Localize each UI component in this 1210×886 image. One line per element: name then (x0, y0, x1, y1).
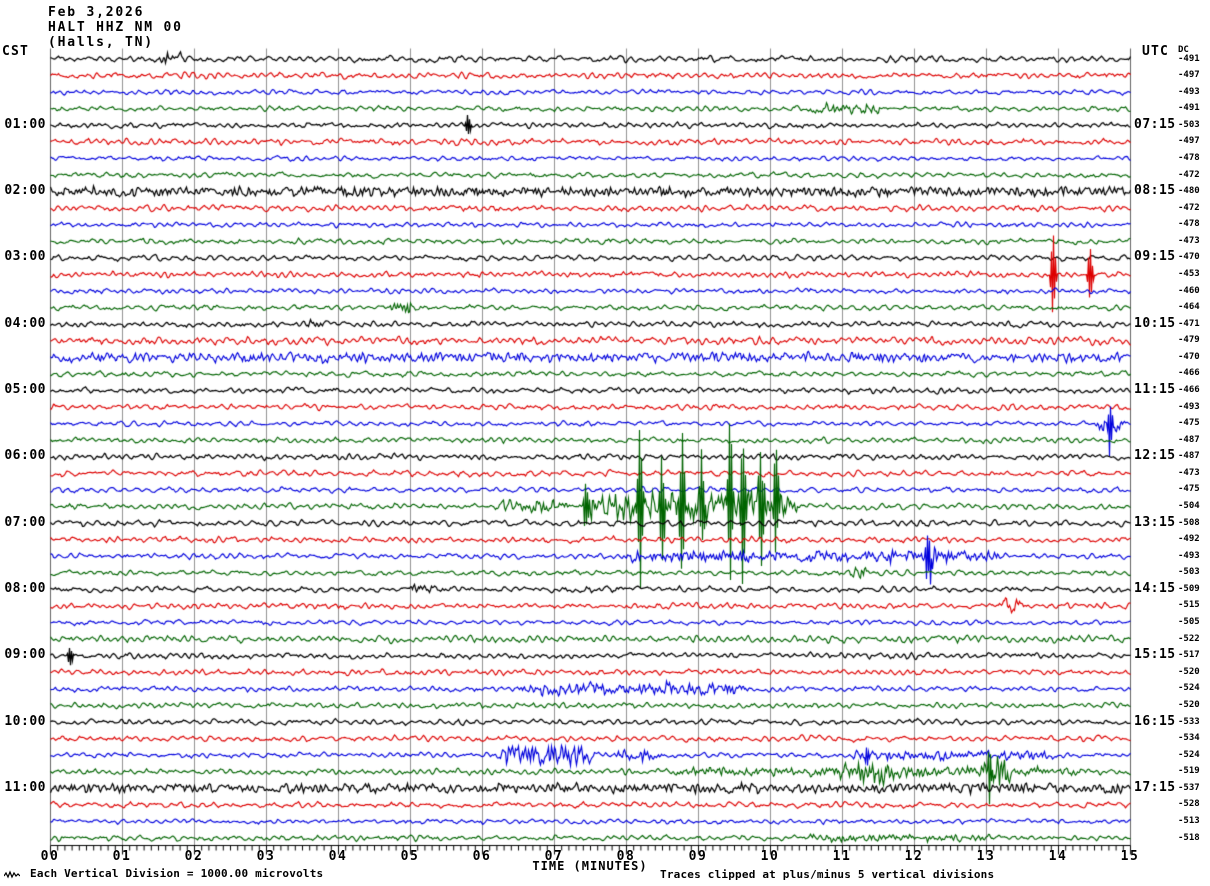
dc-offset-value: -487 (1178, 451, 1200, 462)
title-location: (Halls, TN) (48, 35, 154, 50)
cst-hour-label: 10:00 (4, 713, 46, 729)
scale-note-text: Each Vertical Division = 1000.00 microvo… (30, 867, 324, 880)
dc-offset-value: -520 (1178, 699, 1200, 710)
dc-offset-value: -508 (1178, 517, 1200, 528)
dc-offset-value: -534 (1178, 733, 1200, 744)
cst-hour-label: 08:00 (4, 580, 46, 596)
dc-offset-value: -497 (1178, 136, 1200, 147)
dc-offset-value: -518 (1178, 832, 1200, 843)
dc-offset-value: -470 (1178, 351, 1200, 362)
dc-offset-value: -491 (1178, 53, 1200, 64)
helicorder-page: Feb 3,2026 HALT HHZ NM 00 (Halls, TN) CS… (0, 0, 1210, 886)
dc-offset-value: -472 (1178, 169, 1200, 180)
dc-offset-value: -524 (1178, 683, 1200, 694)
dc-offset-value: -487 (1178, 434, 1200, 445)
dc-offset-value: -478 (1178, 152, 1200, 163)
dc-offset-value: -497 (1178, 70, 1200, 81)
utc-hour-label: 17:15 (1134, 779, 1176, 795)
dc-offset-value: -537 (1178, 782, 1200, 793)
tiny-waveform-icon (4, 869, 20, 878)
dc-offset-value: -524 (1178, 749, 1200, 760)
dc-offset-value: -492 (1178, 534, 1200, 545)
utc-hour-label: 07:15 (1134, 116, 1176, 132)
utc-hour-label: 15:15 (1134, 647, 1176, 663)
utc-hour-label: 09:15 (1134, 249, 1176, 265)
dc-offset-value: -475 (1178, 484, 1200, 495)
seismogram-canvas (0, 0, 1210, 886)
cst-hour-label: 05:00 (4, 382, 46, 397)
dc-offset-value: -503 (1178, 567, 1200, 578)
dc-offset-value: -479 (1178, 335, 1200, 346)
left-axis-header: CST (2, 44, 30, 59)
dc-offset-value: -533 (1178, 716, 1200, 727)
cst-hour-label: 09:00 (4, 647, 46, 663)
utc-hour-label: 14:15 (1134, 580, 1176, 596)
footer-clip-note: Traces clipped at plus/minus 5 vertical … (660, 868, 995, 881)
utc-hour-label: 08:15 (1134, 183, 1176, 199)
footer-scale-note: Each Vertical Division = 1000.00 microvo… (4, 867, 323, 880)
dc-offset-value: -478 (1178, 219, 1200, 230)
dc-offset-value: -493 (1178, 86, 1200, 97)
cst-hour-label: 07:00 (4, 514, 46, 530)
dc-offset-value: -493 (1178, 550, 1200, 561)
dc-offset-value: -453 (1178, 268, 1200, 279)
cst-hour-label: 03:00 (4, 249, 46, 265)
utc-hour-label: 13:15 (1134, 514, 1176, 530)
dc-offset-value: -464 (1178, 302, 1200, 313)
dc-offset-value: -472 (1178, 202, 1200, 213)
dc-offset-value: -505 (1178, 617, 1200, 628)
utc-hour-label: 12:15 (1134, 448, 1176, 464)
dc-offset-value: -460 (1178, 285, 1200, 296)
cst-hour-label: 11:00 (4, 779, 46, 795)
dc-offset-value: -471 (1178, 318, 1200, 329)
dc-offset-value: -473 (1178, 467, 1200, 478)
dc-offset-value: -504 (1178, 501, 1200, 512)
dc-offset-value: -509 (1178, 583, 1200, 594)
title-date: Feb 3,2026 (48, 5, 145, 20)
dc-offset-value: -503 (1178, 119, 1200, 130)
dc-offset-value: -519 (1178, 766, 1200, 777)
dc-offset-value: -475 (1178, 418, 1200, 429)
dc-offset-value: -522 (1178, 633, 1200, 644)
title-station: HALT HHZ NM 00 (48, 20, 183, 35)
dc-offset-value: -493 (1178, 401, 1200, 412)
dc-offset-value: -513 (1178, 815, 1200, 826)
dc-offset-value: -466 (1178, 385, 1200, 395)
right-axis-header: UTC (1142, 44, 1170, 59)
dc-offset-value: -470 (1178, 252, 1200, 263)
dc-offset-value: -473 (1178, 235, 1200, 246)
cst-hour-label: 01:00 (4, 116, 46, 132)
utc-hour-label: 11:15 (1134, 382, 1176, 397)
dc-offset-value: -520 (1178, 666, 1200, 677)
cst-hour-label: 06:00 (4, 448, 46, 464)
utc-hour-label: 10:15 (1134, 315, 1176, 331)
dc-offset-value: -491 (1178, 103, 1200, 114)
cst-hour-label: 04:00 (4, 315, 46, 331)
dc-offset-value: -528 (1178, 799, 1200, 810)
title-block: Feb 3,2026 HALT HHZ NM 00 (Halls, TN) (48, 5, 183, 50)
dc-offset-value: -517 (1178, 650, 1200, 661)
dc-offset-value: -466 (1178, 368, 1200, 379)
cst-hour-label: 02:00 (4, 183, 46, 199)
utc-hour-label: 16:15 (1134, 713, 1176, 729)
dc-offset-value: -480 (1178, 186, 1200, 197)
dc-offset-value: -515 (1178, 600, 1200, 611)
